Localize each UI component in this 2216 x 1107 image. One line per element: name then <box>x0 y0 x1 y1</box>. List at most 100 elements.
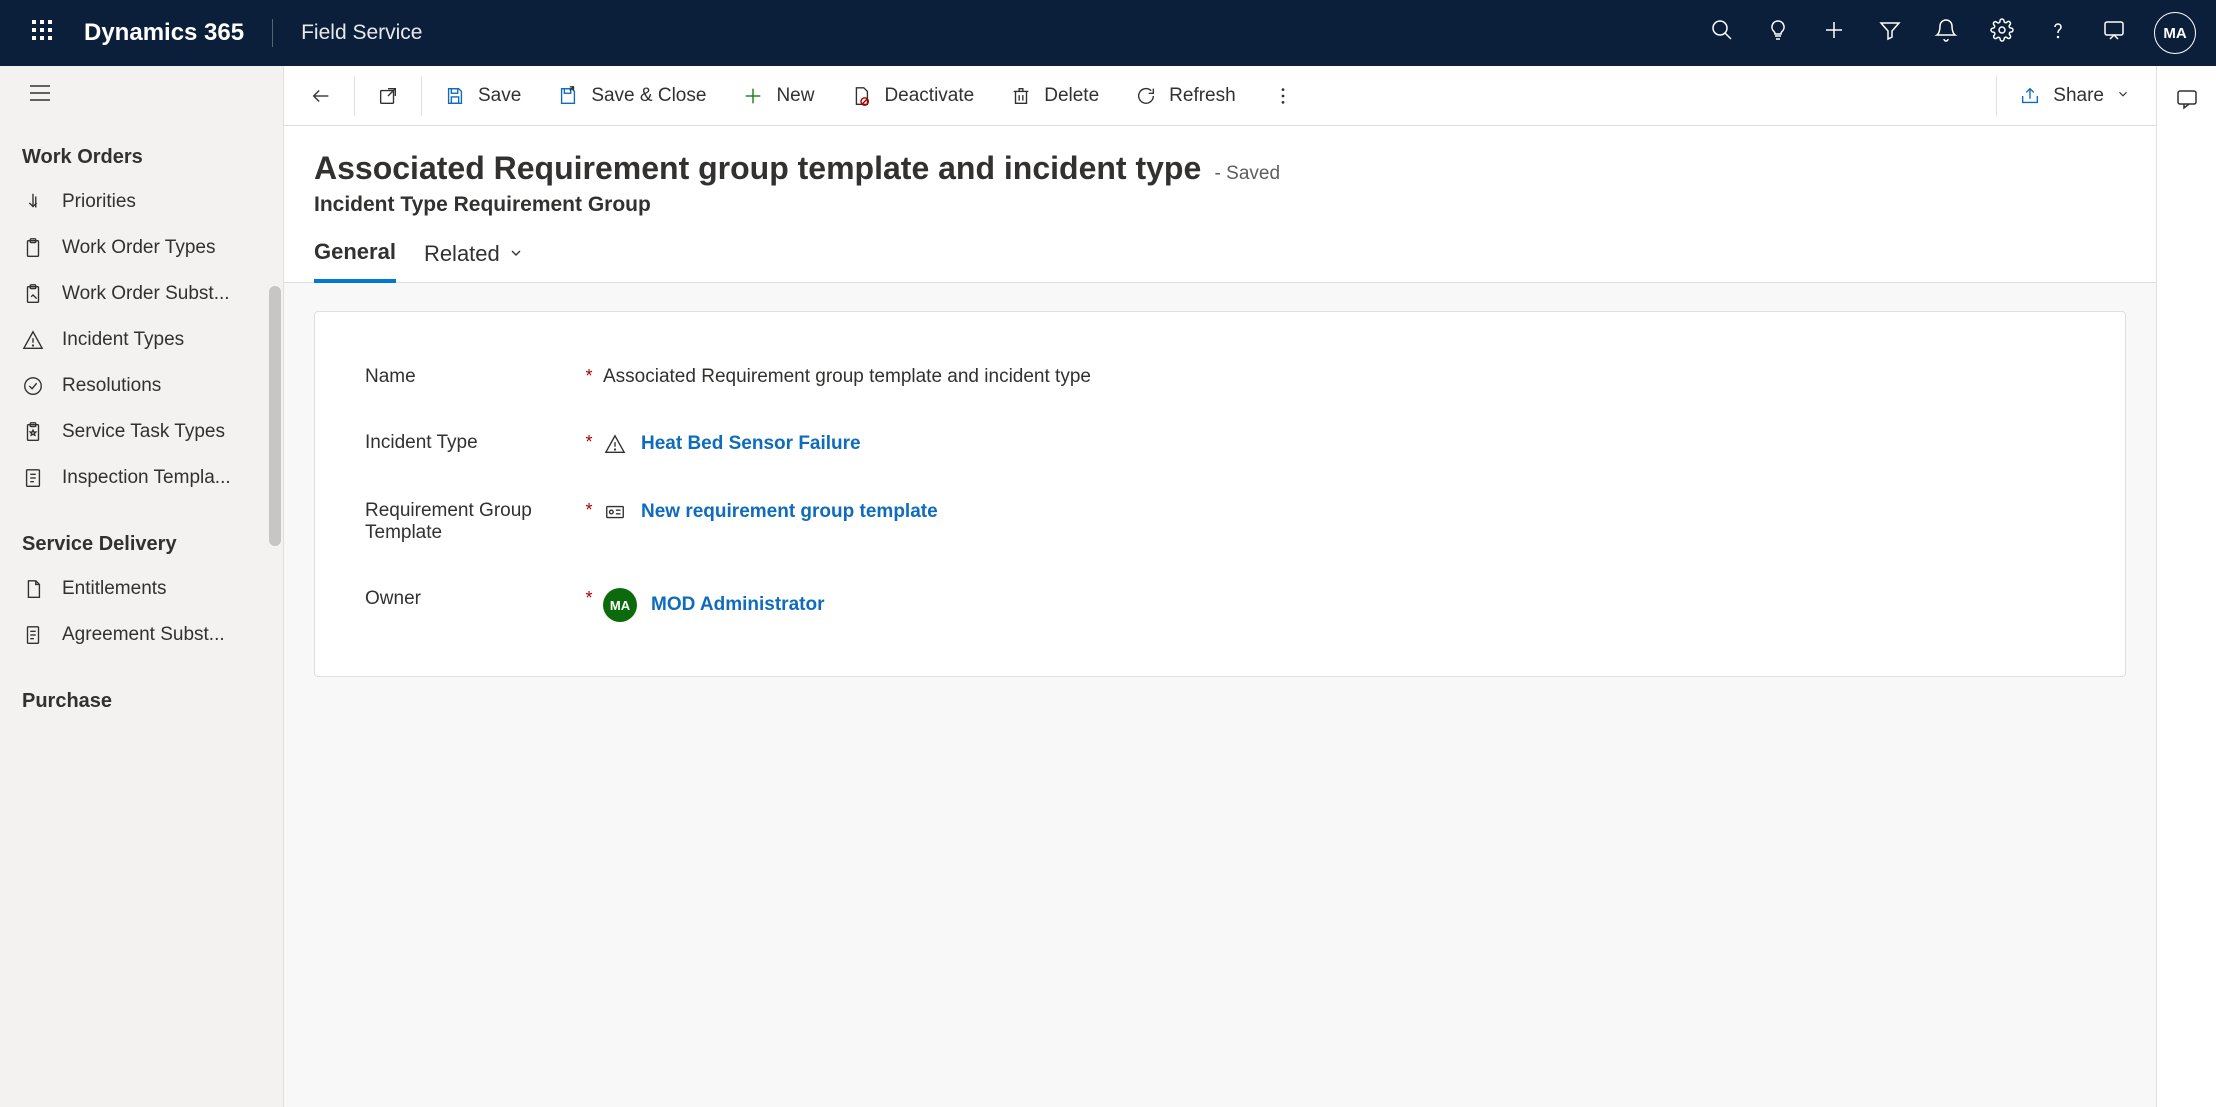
incident-type-lookup[interactable]: Heat Bed Sensor Failure <box>603 432 2075 456</box>
sidebar-item-label: Service Task Types <box>62 421 225 443</box>
delete-button[interactable]: Delete <box>992 66 1117 125</box>
deactivate-label: Deactivate <box>884 85 974 107</box>
deactivate-button[interactable]: Deactivate <box>832 66 992 125</box>
gear-icon <box>1990 18 2014 48</box>
clipboard-star-icon <box>22 421 44 443</box>
avatar-initials: MA <box>2163 25 2186 42</box>
tab-related[interactable]: Related <box>424 239 524 282</box>
sidebar-item-agreementsubst[interactable]: Agreement Subst... <box>0 612 283 658</box>
sidebar-item-label: Work Order Types <box>62 237 215 259</box>
funnel-icon <box>1878 18 1902 48</box>
lightbulb-icon <box>1766 18 1790 48</box>
brand-name[interactable]: Dynamics 365 <box>84 19 273 47</box>
save-close-button[interactable]: Save & Close <box>539 66 724 125</box>
refresh-icon <box>1135 85 1157 107</box>
owner-initials: MA <box>610 598 630 613</box>
sidebar-item-label: Resolutions <box>62 375 161 397</box>
name-input[interactable]: Associated Requirement group template an… <box>603 366 2075 388</box>
sidebar-item-inspectiontemplates[interactable]: Inspection Templa... <box>0 455 283 501</box>
save-status: - Saved <box>1215 163 1280 184</box>
required-indicator: * <box>575 432 603 453</box>
clipboard-icon <box>22 237 44 259</box>
open-record-button[interactable] <box>359 66 417 125</box>
refresh-button[interactable]: Refresh <box>1117 66 1254 125</box>
new-button[interactable]: New <box>724 66 832 125</box>
required-indicator: * <box>575 366 603 387</box>
deactivate-icon <box>850 85 872 107</box>
field-req-group-template: Requirement Group Template * New require… <box>365 478 2075 566</box>
top-navigation-bar: Dynamics 365 Field Service MA <box>0 0 2216 66</box>
waffle-icon <box>30 18 54 48</box>
more-vertical-icon <box>1272 85 1294 107</box>
lookup-link[interactable]: New requirement group template <box>641 501 938 523</box>
required-indicator: * <box>575 500 603 521</box>
assistant-button[interactable] <box>2090 9 2138 57</box>
field-incident-type: Incident Type * Heat Bed Sensor Failure <box>365 410 2075 478</box>
more-commands-button[interactable] <box>1254 66 1312 125</box>
sidebar-item-label: Entitlements <box>62 578 167 600</box>
document-icon <box>22 624 44 646</box>
user-avatar[interactable]: MA <box>2154 12 2196 54</box>
back-icon <box>310 85 332 107</box>
bell-icon <box>1934 18 1958 48</box>
tab-label: Related <box>424 241 500 267</box>
req-group-template-lookup[interactable]: New requirement group template <box>603 500 2075 524</box>
owner-lookup[interactable]: MA MOD Administrator <box>603 588 2075 622</box>
plus-icon <box>742 85 764 107</box>
save-icon <box>444 85 466 107</box>
app-launcher-button[interactable] <box>20 11 64 55</box>
refresh-label: Refresh <box>1169 85 1236 107</box>
field-label: Name <box>365 366 575 388</box>
nav-group-workorders: Work Orders <box>0 132 283 179</box>
left-navigation-sidebar: Work Orders Priorities Work Order Types … <box>0 66 284 1107</box>
form-tabs: General Related <box>284 217 2156 283</box>
lookup-link[interactable]: MOD Administrator <box>651 594 824 616</box>
sidebar-scrollbar[interactable] <box>269 286 281 546</box>
sidebar-item-label: Priorities <box>62 191 136 213</box>
question-icon <box>2046 18 2070 48</box>
form-icon <box>22 467 44 489</box>
sidebar-item-priorities[interactable]: Priorities <box>0 179 283 225</box>
share-button[interactable]: Share <box>2001 66 2148 125</box>
sidebar-item-label: Incident Types <box>62 329 184 351</box>
copilot-button[interactable] <box>2167 82 2207 122</box>
field-label: Incident Type <box>365 432 575 454</box>
help-ideas-button[interactable] <box>1754 9 1802 57</box>
field-value-text: Associated Requirement group template an… <box>603 366 1091 388</box>
warning-icon <box>603 432 627 456</box>
sidebar-item-label: Inspection Templa... <box>62 467 231 489</box>
nav-group-servicedelivery: Service Delivery <box>0 519 283 566</box>
sidebar-item-label: Work Order Subst... <box>62 283 230 305</box>
sidebar-toggle-button[interactable] <box>22 78 58 114</box>
save-close-label: Save & Close <box>591 85 706 107</box>
sidebar-item-resolutions[interactable]: Resolutions <box>0 363 283 409</box>
field-name: Name * Associated Requirement group temp… <box>365 344 2075 410</box>
sidebar-item-workordertypes[interactable]: Work Order Types <box>0 225 283 271</box>
notifications-button[interactable] <box>1922 9 1970 57</box>
tab-label: General <box>314 239 396 265</box>
lookup-link[interactable]: Heat Bed Sensor Failure <box>641 433 861 455</box>
warning-icon <box>22 329 44 351</box>
help-button[interactable] <box>2034 9 2082 57</box>
delete-label: Delete <box>1044 85 1099 107</box>
save-close-icon <box>557 85 579 107</box>
main-content: Save Save & Close New Deactivate Delete … <box>284 66 2156 1107</box>
sidebar-item-servicetasktypes[interactable]: Service Task Types <box>0 409 283 455</box>
settings-button[interactable] <box>1978 9 2026 57</box>
card-icon <box>603 500 627 524</box>
filter-button[interactable] <box>1866 9 1914 57</box>
chat-icon <box>2102 18 2126 48</box>
tab-general[interactable]: General <box>314 239 396 283</box>
sidebar-item-workordersubst[interactable]: Work Order Subst... <box>0 271 283 317</box>
sidebar-item-entitlements[interactable]: Entitlements <box>0 566 283 612</box>
sidebar-item-incidenttypes[interactable]: Incident Types <box>0 317 283 363</box>
nav-group-purchase: Purchase <box>0 676 283 723</box>
search-button[interactable] <box>1698 9 1746 57</box>
save-button[interactable]: Save <box>426 66 539 125</box>
page-icon <box>22 578 44 600</box>
chevron-down-icon <box>508 241 524 267</box>
quick-create-button[interactable] <box>1810 9 1858 57</box>
back-button[interactable] <box>292 66 350 125</box>
app-name[interactable]: Field Service <box>301 21 422 45</box>
open-new-icon <box>377 85 399 107</box>
